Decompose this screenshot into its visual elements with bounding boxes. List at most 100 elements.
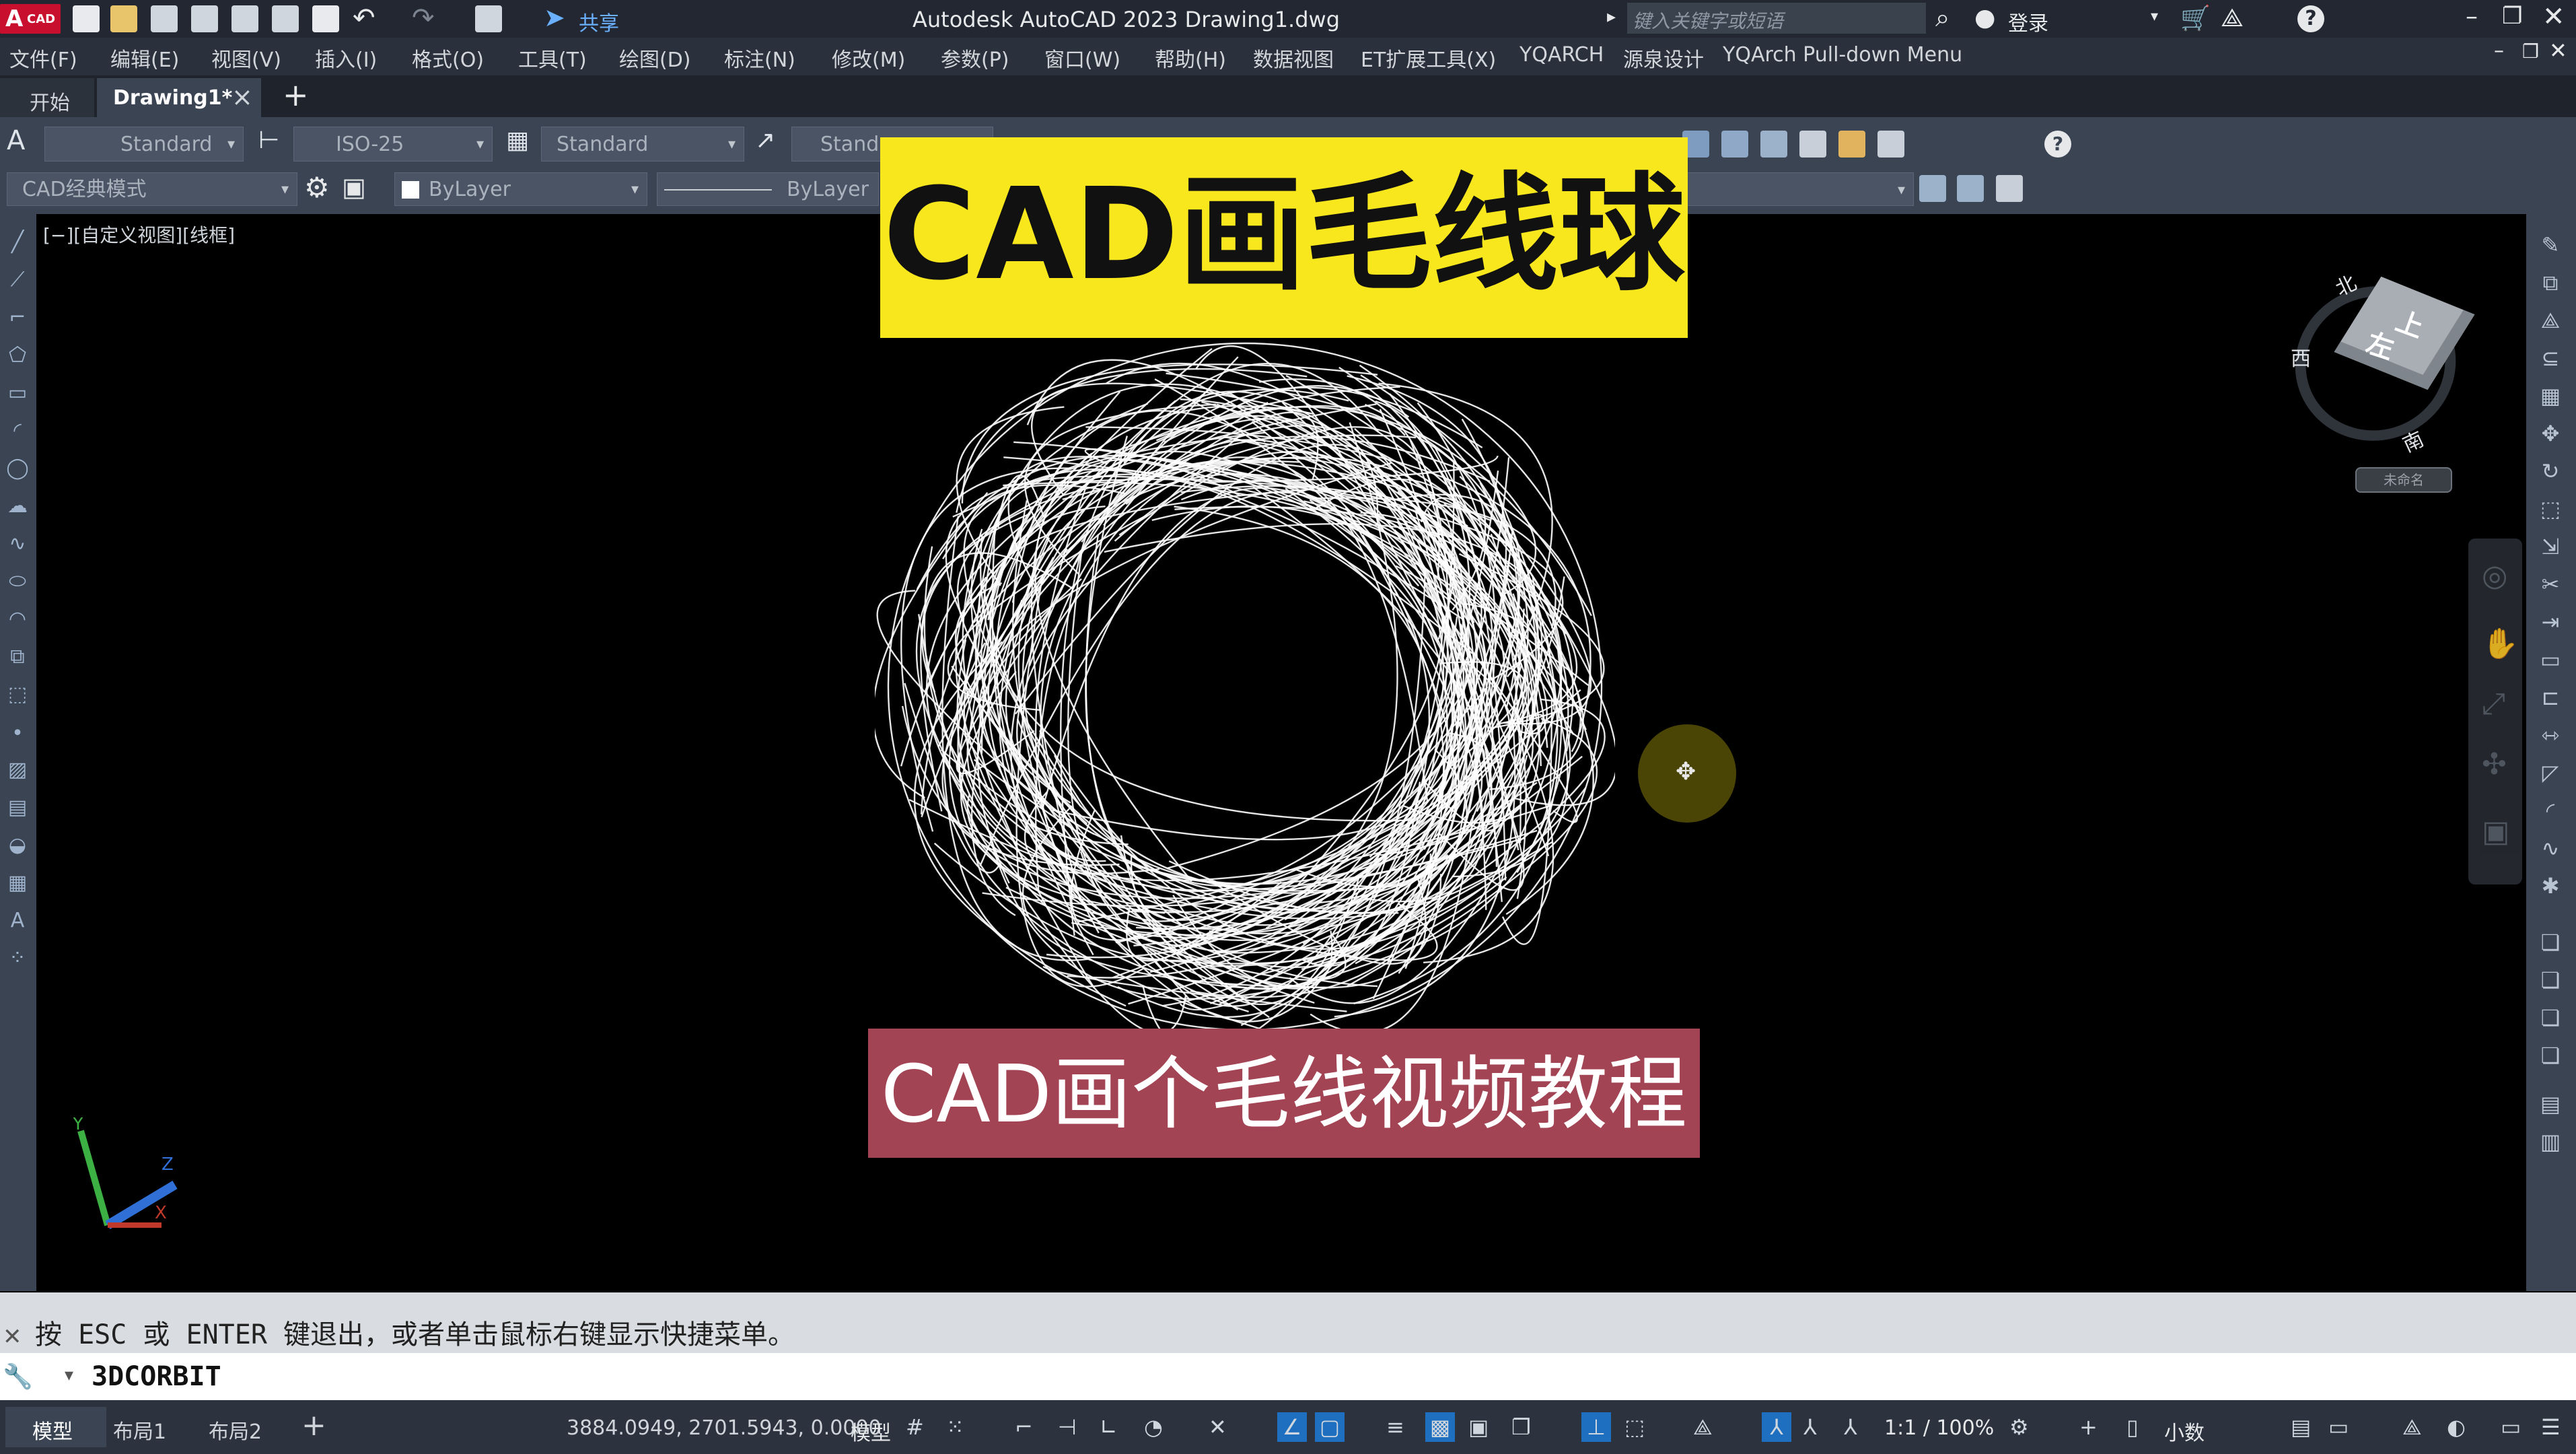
table-icon[interactable]: ▦ xyxy=(5,871,30,895)
open-file-icon[interactable] xyxy=(110,5,137,32)
menu-yuanquan[interactable]: 源泉设计 xyxy=(1623,43,1704,73)
polygon-icon[interactable]: ⬠ xyxy=(5,343,30,368)
annotation-scale-value[interactable]: 1:1 / 100% xyxy=(1884,1416,1994,1440)
dynamic-ucs-icon[interactable]: ⊥ xyxy=(1581,1412,1611,1442)
rotate-icon[interactable]: ↻ xyxy=(2537,458,2564,485)
mirror-icon[interactable]: ⟁ xyxy=(2537,307,2564,334)
menu-tools[interactable]: 工具(T) xyxy=(518,43,587,73)
blend-curves-icon[interactable]: ∿ xyxy=(2537,835,2564,862)
share-label[interactable]: 共享 xyxy=(579,7,619,36)
menu-file[interactable]: 文件(F) xyxy=(9,43,77,73)
infer-constraints-icon[interactable]: ⌐ xyxy=(1015,1412,1033,1442)
polyline-icon[interactable]: ⌐ xyxy=(5,306,30,330)
layer-state-icon[interactable]: ▣ xyxy=(342,172,366,202)
chamfer-icon[interactable]: ◸ xyxy=(2537,759,2564,786)
menu-yqarch-pulldown[interactable]: YQArch Pull-down Menu xyxy=(1723,43,1962,67)
chevron-right-icon[interactable]: ▸ xyxy=(1607,7,1616,27)
lock-ui-icon[interactable]: ▭ xyxy=(2328,1412,2349,1442)
copy-icon[interactable]: ⧉ xyxy=(2537,269,2564,296)
navigation-bar[interactable]: ◎ ✋ ⤢ ✣ ▣ xyxy=(2468,539,2522,885)
selection-filter-icon[interactable]: ⬚ xyxy=(1624,1412,1645,1442)
dropdown-icon[interactable]: ▾ xyxy=(2151,8,2158,25)
draworder-front-icon[interactable]: ❏ xyxy=(2537,929,2564,956)
layer-isolate-icon[interactable] xyxy=(1996,175,2023,202)
ellipse-icon[interactable]: ⬭ xyxy=(5,569,30,594)
new-file-icon[interactable] xyxy=(73,5,100,32)
export-icon[interactable] xyxy=(231,5,258,32)
markup-icon[interactable] xyxy=(1838,131,1865,158)
pan-icon[interactable]: ✋ xyxy=(2482,626,2519,661)
add-layout-icon[interactable]: + xyxy=(301,1408,326,1443)
tab-drawing1[interactable]: Drawing1* × xyxy=(97,78,261,117)
stretch-icon[interactable]: ⇲ xyxy=(2537,533,2564,560)
hatch-to-back-icon[interactable]: ▥ xyxy=(2537,1128,2564,1155)
new-tab-icon[interactable]: + xyxy=(283,77,309,113)
command-input-value[interactable]: 3DCORBIT xyxy=(92,1361,221,1392)
showmotion-icon[interactable]: ▣ xyxy=(2482,815,2510,849)
rectangle-icon[interactable]: ▭ xyxy=(5,381,30,405)
redo-icon[interactable]: ↷ xyxy=(412,3,435,34)
object-snap-tracking-icon[interactable]: ∠ xyxy=(1277,1412,1307,1442)
text-to-front-icon[interactable]: ▤ xyxy=(2537,1090,2564,1117)
workspace-icon[interactable] xyxy=(475,5,502,32)
command-line[interactable]: 🔧 ▾ 3DCORBIT xyxy=(0,1353,2576,1400)
move-icon[interactable]: ✥ xyxy=(2537,420,2564,447)
layer-select[interactable]: ByLayer ▾ xyxy=(394,172,647,206)
construction-line-icon[interactable]: ⟋ xyxy=(5,268,30,292)
doc-minimize-icon[interactable]: – xyxy=(2494,39,2504,63)
command-prompt-dropdown-icon[interactable]: ▾ xyxy=(65,1365,73,1385)
wcs-menu[interactable]: 未命名 xyxy=(2355,467,2452,493)
draworder-under-icon[interactable]: ❏ xyxy=(2537,1042,2564,1069)
tab-layout2[interactable]: 布局2 xyxy=(209,1415,262,1445)
explode-icon[interactable]: ✱ xyxy=(2537,872,2564,899)
user-icon[interactable]: ● xyxy=(1974,4,1995,32)
workspace-select[interactable]: CAD经典模式 ▾ xyxy=(7,172,297,206)
dim-style-icon[interactable]: ⊢ xyxy=(258,127,279,154)
point-icon[interactable]: ∙ xyxy=(5,720,30,745)
extend-icon[interactable]: ⇥ xyxy=(2537,609,2564,635)
dynamic-input-icon[interactable]: ⊣ xyxy=(1058,1412,1077,1442)
menu-insert[interactable]: 插入(I) xyxy=(315,43,377,73)
workspace-gear-icon[interactable]: ⚙ xyxy=(2009,1412,2029,1442)
array-icon[interactable]: ▦ xyxy=(2537,382,2564,409)
gear-icon[interactable]: ⚙ xyxy=(304,171,330,204)
isodraft-icon[interactable]: ✕ xyxy=(1209,1412,1227,1442)
layer-previous-icon[interactable] xyxy=(1919,175,1946,202)
save-icon[interactable] xyxy=(151,5,178,32)
close-icon[interactable]: ✕ xyxy=(2542,1,2565,32)
minimize-icon[interactable]: – xyxy=(2466,3,2478,30)
linetype-select[interactable]: ByLayer xyxy=(657,172,879,206)
design-center-icon[interactable] xyxy=(1721,131,1748,158)
calculator-icon[interactable] xyxy=(1877,131,1904,158)
command-history-close-icon[interactable]: ✕ xyxy=(3,1323,22,1350)
table-style-icon[interactable]: ▦ xyxy=(506,127,529,154)
menu-window[interactable]: 窗口(W) xyxy=(1044,43,1120,73)
annotation-monitor-icon[interactable]: + xyxy=(2079,1412,2098,1442)
snap-icon[interactable]: ⁙ xyxy=(946,1412,964,1442)
units-icon[interactable]: ▯ xyxy=(2126,1412,2139,1442)
graphics-performance-icon[interactable]: ◐ xyxy=(2447,1412,2466,1442)
isolate-objects-icon[interactable]: ⟁ xyxy=(2402,1412,2422,1442)
break-icon[interactable]: ⊏ xyxy=(2537,684,2564,711)
viewport-label[interactable]: [−][自定义视图][线框] xyxy=(43,221,235,248)
tab-layout1[interactable]: 布局1 xyxy=(113,1415,166,1445)
units-value[interactable]: 小数 xyxy=(2164,1416,2205,1446)
quick-properties-icon[interactable]: ▤ xyxy=(2291,1412,2311,1442)
fillet-icon[interactable]: ◜ xyxy=(2537,797,2564,824)
customization-menu-icon[interactable]: ☰ xyxy=(2541,1412,2561,1442)
layer-match-icon[interactable] xyxy=(1957,175,1984,202)
tab-model[interactable]: 模型 xyxy=(5,1407,106,1447)
doc-restore-icon[interactable]: ❐ xyxy=(2522,40,2539,63)
gradient-icon[interactable]: ▤ xyxy=(5,796,30,820)
text-style-select[interactable]: Standard ▾ xyxy=(44,127,244,162)
lineweight-icon[interactable]: ≡ xyxy=(1386,1412,1404,1442)
viewcube[interactable]: 上 左 北 西 南 未命名 xyxy=(2273,263,2483,493)
tab-close-icon[interactable]: × xyxy=(231,82,253,112)
login-label[interactable]: 登录 xyxy=(2008,7,2048,36)
text-style-icon[interactable]: A xyxy=(7,125,25,156)
help-icon[interactable]: ? xyxy=(2297,5,2324,32)
menu-et-tools[interactable]: ET扩展工具(X) xyxy=(1361,43,1496,73)
polar-tracking-icon[interactable]: ◔ xyxy=(1144,1412,1163,1442)
trim-icon[interactable]: ✂ xyxy=(2537,571,2564,598)
table-style-select[interactable]: Standard ▾ xyxy=(541,127,744,162)
